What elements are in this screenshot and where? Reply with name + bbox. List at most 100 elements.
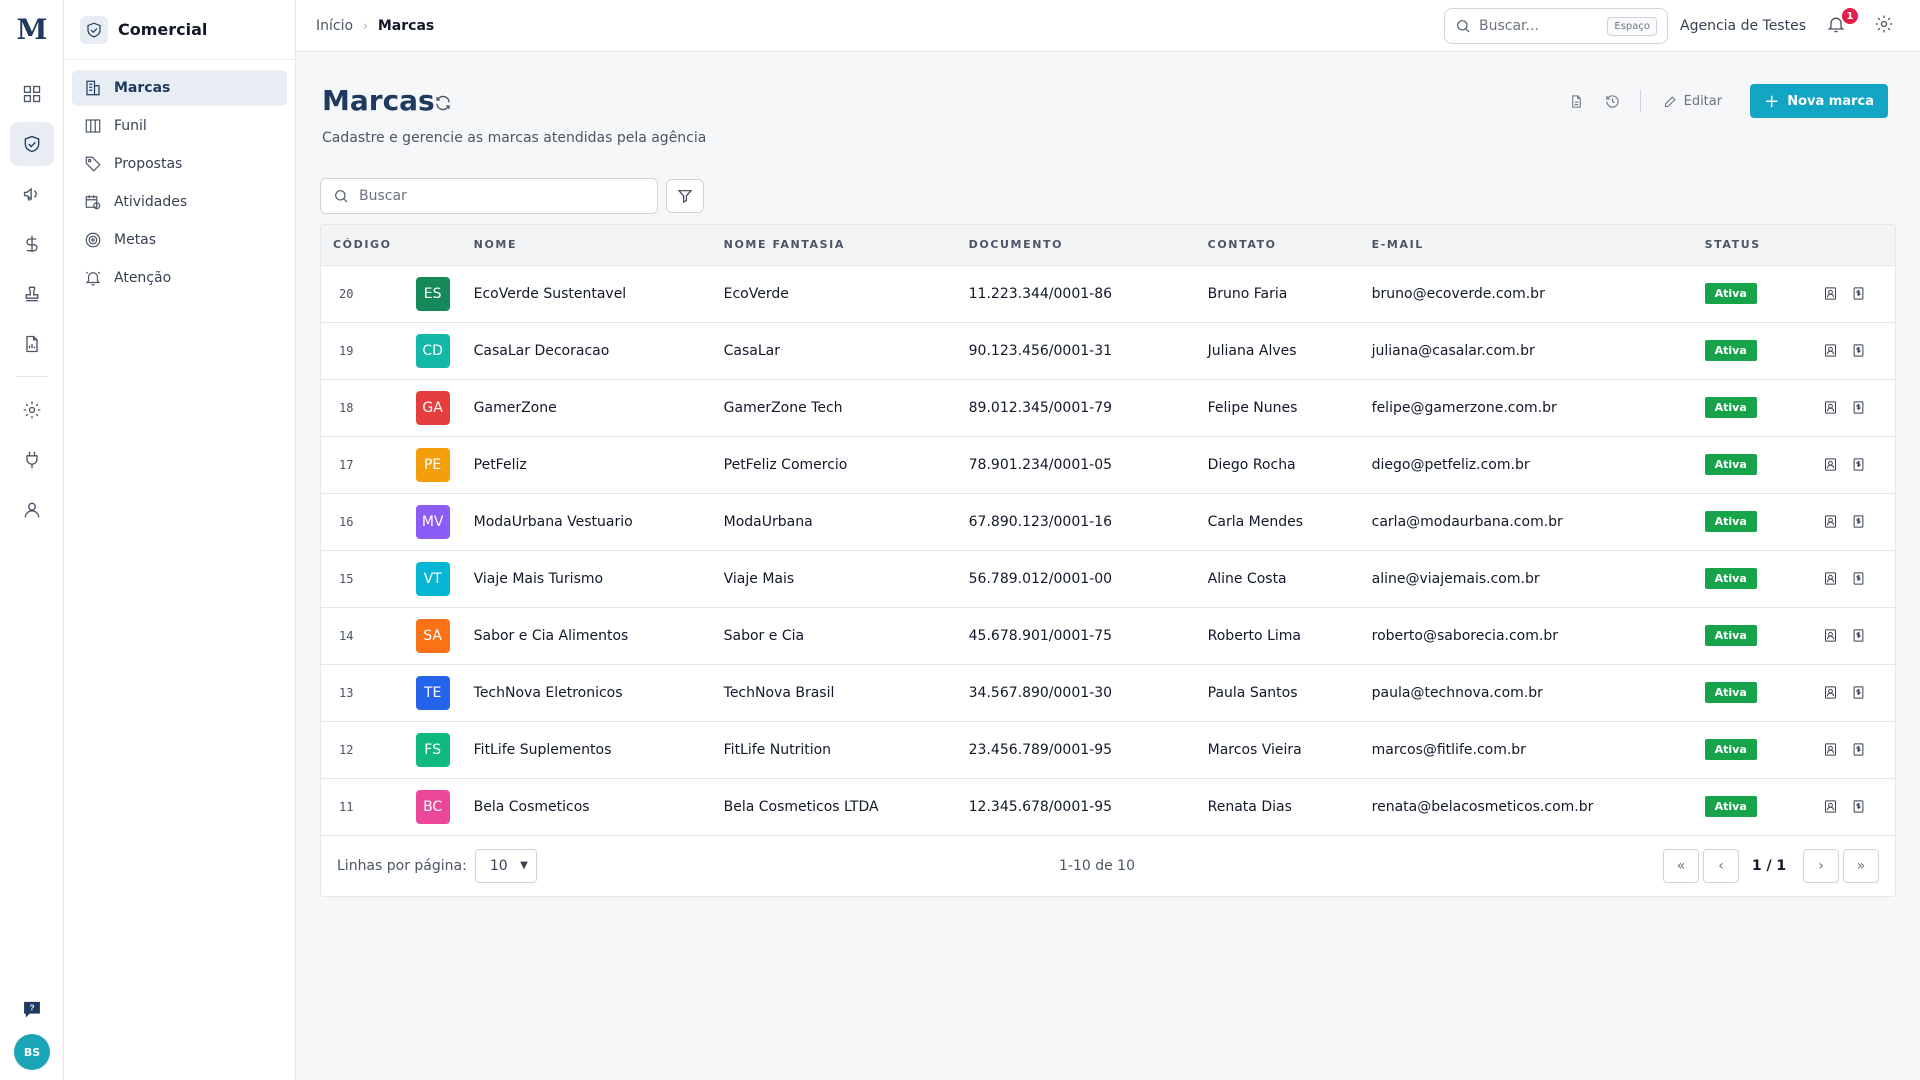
cell-actions — [1804, 778, 1895, 836]
cell-name[interactable]: TechNova Eletronicos — [461, 664, 712, 722]
history-button[interactable] — [1598, 86, 1628, 116]
rail-settings-button[interactable] — [10, 388, 54, 432]
agency-name[interactable]: Agencia de Testes — [1680, 18, 1806, 34]
contact-button[interactable] — [1817, 508, 1845, 536]
contact-button[interactable] — [1817, 736, 1845, 764]
cell-name[interactable]: Sabor e Cia Alimentos — [461, 607, 712, 665]
contact-card-icon — [1825, 287, 1837, 300]
rows-per-page-select[interactable]: 10 ▼ — [474, 848, 537, 883]
brand-avatar: SA — [415, 618, 450, 653]
table-row[interactable]: 16 MV ModaUrbana Vestuario ModaUrbana 67… — [321, 493, 1895, 551]
col-contato[interactable]: Contato — [1195, 225, 1360, 266]
sidebar-item-funil[interactable]: Funil — [72, 108, 287, 144]
cell-fantasy: ModaUrbana — [711, 493, 957, 551]
contact-button[interactable] — [1817, 451, 1845, 479]
user-avatar[interactable]: BS — [14, 1034, 50, 1070]
contact-button[interactable] — [1817, 337, 1845, 365]
contact-button[interactable] — [1817, 793, 1845, 821]
refresh-icon — [436, 95, 450, 111]
col-email[interactable]: E-mail — [1359, 225, 1693, 266]
col-status[interactable]: Status — [1692, 225, 1805, 266]
finance-button[interactable] — [1845, 451, 1873, 479]
contact-button[interactable] — [1817, 280, 1845, 308]
invoice-dollar-icon — [1853, 401, 1864, 414]
cell-name[interactable]: PetFeliz — [461, 436, 712, 494]
notifications-button[interactable]: 1 — [1826, 8, 1858, 38]
rail-reports-button[interactable] — [10, 322, 54, 366]
table-search-input[interactable]: Buscar — [320, 178, 658, 214]
breadcrumb-home[interactable]: Início — [316, 18, 353, 34]
rail-finance-button[interactable] — [10, 222, 54, 266]
col-nome-fantasia[interactable]: Nome Fantasia — [711, 225, 957, 266]
sidebar-item-propostas[interactable]: Propostas — [72, 146, 287, 182]
finance-button[interactable] — [1845, 280, 1873, 308]
finance-button[interactable] — [1845, 394, 1873, 422]
sidebar-item-marcas[interactable]: Marcas — [72, 70, 287, 106]
table-row[interactable]: 11 BC Bela Cosmeticos Bela Cosmeticos LT… — [321, 778, 1895, 836]
sidebar-item-atencao[interactable]: Atenção — [72, 260, 287, 296]
table-toolbar: Buscar — [320, 178, 1896, 214]
finance-button[interactable] — [1845, 565, 1873, 593]
next-page-button[interactable]: › — [1803, 848, 1839, 883]
refresh-button[interactable] — [434, 94, 452, 112]
dollar-icon — [26, 235, 38, 253]
finance-button[interactable] — [1845, 736, 1873, 764]
app-logo[interactable]: M — [16, 14, 48, 46]
contact-button[interactable] — [1817, 622, 1845, 650]
rail-dashboard-button[interactable] — [10, 72, 54, 116]
col-nome[interactable]: Nome — [461, 225, 712, 266]
contact-button[interactable] — [1817, 679, 1845, 707]
table-row[interactable]: 15 VT Viaje Mais Turismo Viaje Mais 56.7… — [321, 550, 1895, 608]
contact-button[interactable] — [1817, 565, 1845, 593]
sidebar-item-atividades[interactable]: Atividades — [72, 184, 287, 220]
finance-button[interactable] — [1845, 679, 1873, 707]
global-search-input[interactable]: Buscar... Espaço — [1444, 8, 1668, 44]
finance-button[interactable] — [1845, 622, 1873, 650]
rail-integrations-button[interactable] — [10, 438, 54, 482]
contact-button[interactable] — [1817, 394, 1845, 422]
status-badge: Ativa — [1704, 682, 1757, 703]
first-page-button[interactable]: « — [1663, 848, 1699, 883]
col-codigo[interactable]: Código — [321, 225, 404, 266]
rail-stamp-button[interactable] — [10, 272, 54, 316]
finance-button[interactable] — [1845, 508, 1873, 536]
sidebar-item-metas[interactable]: Metas — [72, 222, 287, 258]
pagination-controls: « ‹ 1 / 1 › » — [1659, 848, 1879, 883]
table-row[interactable]: 14 SA Sabor e Cia Alimentos Sabor e Cia … — [321, 607, 1895, 665]
row-actions — [1817, 679, 1883, 707]
cell-code: 11 — [321, 778, 404, 836]
edit-button[interactable]: Editar — [1653, 85, 1733, 117]
finance-button[interactable] — [1845, 793, 1873, 821]
table-row[interactable]: 20 ES EcoVerde Sustentavel EcoVerde 11.2… — [321, 265, 1895, 323]
table-row[interactable]: 13 TE TechNova Eletronicos TechNova Bras… — [321, 664, 1895, 722]
table-row[interactable]: 17 PE PetFeliz PetFeliz Comercio 78.901.… — [321, 436, 1895, 494]
cell-status: Ativa — [1692, 322, 1805, 380]
export-button[interactable] — [1562, 86, 1592, 116]
table-row[interactable]: 12 FS FitLife Suplementos FitLife Nutrit… — [321, 721, 1895, 779]
new-brand-button[interactable]: + Nova marca — [1750, 84, 1888, 118]
rail-user-button[interactable] — [10, 488, 54, 532]
cell-name[interactable]: FitLife Suplementos — [461, 721, 712, 779]
cell-name[interactable]: CasaLar Decoracao — [461, 322, 712, 380]
table-row[interactable]: 19 CD CasaLar Decoracao CasaLar 90.123.4… — [321, 322, 1895, 380]
rail-marketing-button[interactable] — [10, 172, 54, 216]
cell-name[interactable]: GamerZone — [461, 379, 712, 437]
prev-page-button[interactable]: ‹ — [1703, 848, 1739, 883]
plug-icon — [26, 451, 38, 469]
table-row[interactable]: 18 GA GamerZone GamerZone Tech 89.012.34… — [321, 379, 1895, 437]
filter-button[interactable] — [666, 179, 704, 213]
finance-button[interactable] — [1845, 337, 1873, 365]
cell-name[interactable]: Viaje Mais Turismo — [461, 550, 712, 608]
rail-comercial-button[interactable] — [10, 122, 54, 166]
cell-name[interactable]: EcoVerde Sustentavel — [461, 265, 712, 323]
cell-name[interactable]: Bela Cosmeticos — [461, 778, 712, 836]
plus-icon: + — [1764, 90, 1780, 112]
cell-name[interactable]: ModaUrbana Vestuario — [461, 493, 712, 551]
last-page-button[interactable]: » — [1843, 848, 1879, 883]
status-badge: Ativa — [1704, 340, 1757, 361]
settings-button[interactable] — [1874, 14, 1898, 38]
col-documento[interactable]: Documento — [956, 225, 1196, 266]
help-button[interactable]: ? — [22, 999, 42, 1019]
cell-fantasy: CasaLar — [711, 322, 957, 380]
brands-table: Código Nome Nome Fantasia Documento Cont… — [320, 224, 1896, 897]
